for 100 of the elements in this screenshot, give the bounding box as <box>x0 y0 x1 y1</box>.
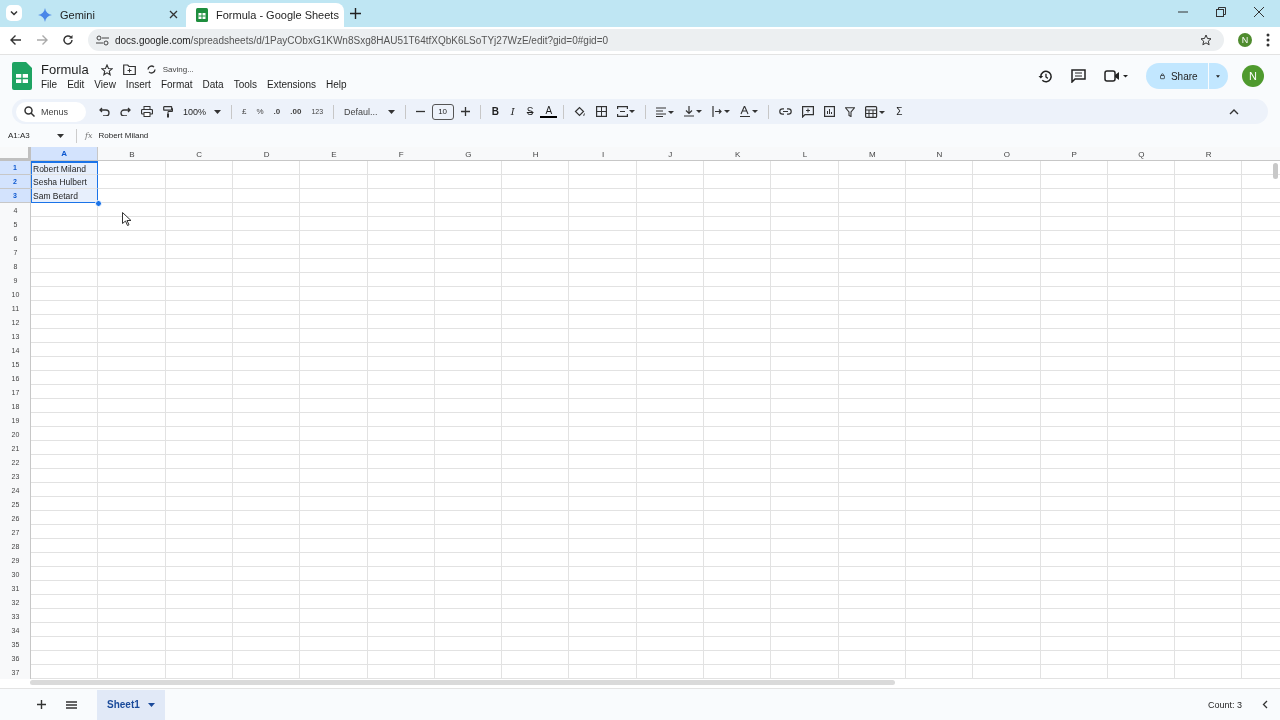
caret-icon <box>57 133 64 138</box>
plus-icon[interactable] <box>460 107 470 117</box>
increase-decimal-button[interactable]: .00 <box>285 107 307 117</box>
close-icon[interactable] <box>1254 6 1264 17</box>
account-avatar[interactable]: N <box>1242 65 1264 88</box>
zoom-dropdown[interactable]: 100% <box>178 106 227 117</box>
add-sheet-icon[interactable] <box>37 700 46 710</box>
sheets-icon <box>196 7 208 22</box>
menu-item[interactable]: Extensions <box>267 79 316 91</box>
menu-search-field[interactable]: Menus <box>16 101 86 122</box>
column-header[interactable]: J <box>636 147 704 162</box>
menu-item[interactable]: Format <box>160 79 193 91</box>
scrollbar[interactable] <box>30 680 895 686</box>
table-icon[interactable] <box>865 105 886 118</box>
caret-icon[interactable] <box>147 702 155 707</box>
menu-item[interactable]: Insert <box>125 79 151 91</box>
sheet-tab[interactable]: Sheet1 <box>97 689 165 720</box>
column-header[interactable]: O <box>973 147 1041 162</box>
fill-handle[interactable] <box>94 199 102 207</box>
address-bar[interactable]: docs.google.com/spreadsheets/d/1PayCObxG1KWn8Sxg8HAU51T64tfXQbK6LSoTYj27WzE/edit?gid=0#gid=0 <box>88 29 1224 52</box>
menu-item[interactable]: File <box>41 79 58 91</box>
menu-item[interactable]: Tools <box>233 79 258 91</box>
document-title[interactable]: Formula <box>41 62 89 78</box>
scrollbar[interactable] <box>1273 163 1278 180</box>
new-tab-icon[interactable] <box>350 7 361 19</box>
sync-icon <box>145 64 157 76</box>
filter-icon[interactable] <box>845 106 856 117</box>
column-header[interactable]: F <box>367 147 435 162</box>
comment-icon[interactable] <box>1071 69 1086 84</box>
link-icon[interactable] <box>779 108 793 116</box>
tab-list-button[interactable] <box>6 4 22 21</box>
text-wrap-icon[interactable] <box>712 106 731 118</box>
undo-icon[interactable] <box>99 107 110 117</box>
merge-cells-icon[interactable] <box>617 106 636 118</box>
browser-tab[interactable]: Formula - Google Sheets <box>186 2 344 27</box>
column-header[interactable]: K <box>703 147 772 162</box>
site-settings-icon[interactable] <box>96 34 109 46</box>
borders-icon[interactable] <box>596 106 608 118</box>
chart-icon[interactable] <box>824 106 836 118</box>
column-header[interactable]: D <box>232 147 301 162</box>
formula-field[interactable]: Robert Miland <box>98 131 149 141</box>
caret-icon <box>214 109 222 114</box>
column-header[interactable]: L <box>771 147 839 162</box>
column-header[interactable]: Q <box>1107 147 1176 162</box>
font-size-field[interactable]: 10 <box>431 103 454 120</box>
add-comment-icon[interactable] <box>802 105 815 118</box>
sheets-logo-icon[interactable] <box>12 62 32 91</box>
table-cell[interactable]: Sam Betard <box>31 189 99 204</box>
column-header[interactable]: R <box>1175 147 1243 162</box>
star-icon[interactable] <box>100 63 113 76</box>
menu-item[interactable]: Edit <box>67 79 85 91</box>
column-header[interactable]: P <box>1040 147 1108 162</box>
history-icon[interactable] <box>1038 68 1053 84</box>
video-call-icon[interactable] <box>1104 70 1128 83</box>
text-format-button[interactable]: S <box>521 106 539 118</box>
paint-format-icon[interactable] <box>163 105 173 118</box>
redo-icon[interactable] <box>120 107 131 117</box>
text-format-button[interactable]: A <box>540 105 558 118</box>
column-header[interactable]: E <box>300 147 368 162</box>
column-header[interactable]: M <box>838 147 906 162</box>
text-rotation-icon[interactable] <box>740 106 759 118</box>
restore-icon[interactable] <box>1216 6 1226 17</box>
column-header[interactable]: C <box>165 147 233 162</box>
more-icon[interactable] <box>1266 33 1270 48</box>
table-cell[interactable]: Sesha Hulbert <box>31 175 99 190</box>
profile-avatar[interactable]: N <box>1238 33 1252 48</box>
menu-item[interactable]: View <box>94 79 116 91</box>
all-sheets-icon[interactable] <box>66 700 77 709</box>
font-dropdown[interactable]: Defaul... <box>339 106 400 117</box>
align-left-icon[interactable] <box>656 106 675 117</box>
menu-item[interactable]: Data <box>202 79 224 91</box>
table-cell[interactable]: Robert Miland <box>31 161 99 176</box>
column-header[interactable]: I <box>569 147 637 162</box>
functions-button[interactable]: Σ <box>891 106 908 118</box>
folder-icon[interactable] <box>122 64 136 76</box>
bookmark-star-icon[interactable] <box>1200 34 1212 47</box>
column-header[interactable]: N <box>905 147 974 162</box>
text-format-button[interactable]: B <box>486 106 504 118</box>
column-header[interactable]: G <box>434 147 503 162</box>
print-icon[interactable] <box>141 106 153 118</box>
collapse-icon[interactable] <box>1229 108 1239 115</box>
percent-button[interactable]: % <box>251 107 269 117</box>
share-button[interactable]: Share <box>1146 63 1228 90</box>
menu-item[interactable]: Help <box>325 79 347 91</box>
currency-button[interactable]: £ <box>237 107 252 117</box>
reload-icon[interactable] <box>62 34 74 47</box>
chevron-left-icon[interactable] <box>1262 700 1268 710</box>
fill-color-icon[interactable] <box>574 105 587 118</box>
column-header[interactable]: H <box>502 147 570 162</box>
text-format-button[interactable]: I <box>505 106 520 118</box>
column-header[interactable]: B <box>98 147 166 162</box>
close-icon[interactable] <box>169 10 178 20</box>
caret-icon[interactable] <box>1216 73 1220 79</box>
browser-tab[interactable]: Gemini <box>28 2 186 27</box>
name-box[interactable]: A1:A3 <box>8 131 68 141</box>
column-header[interactable]: A <box>31 147 99 162</box>
vertical-align-icon[interactable] <box>684 106 703 118</box>
decrease-decimal-button[interactable]: .0 <box>268 107 286 117</box>
back-icon[interactable] <box>10 34 22 47</box>
selection-count[interactable]: Count: 3 <box>1207 699 1242 710</box>
